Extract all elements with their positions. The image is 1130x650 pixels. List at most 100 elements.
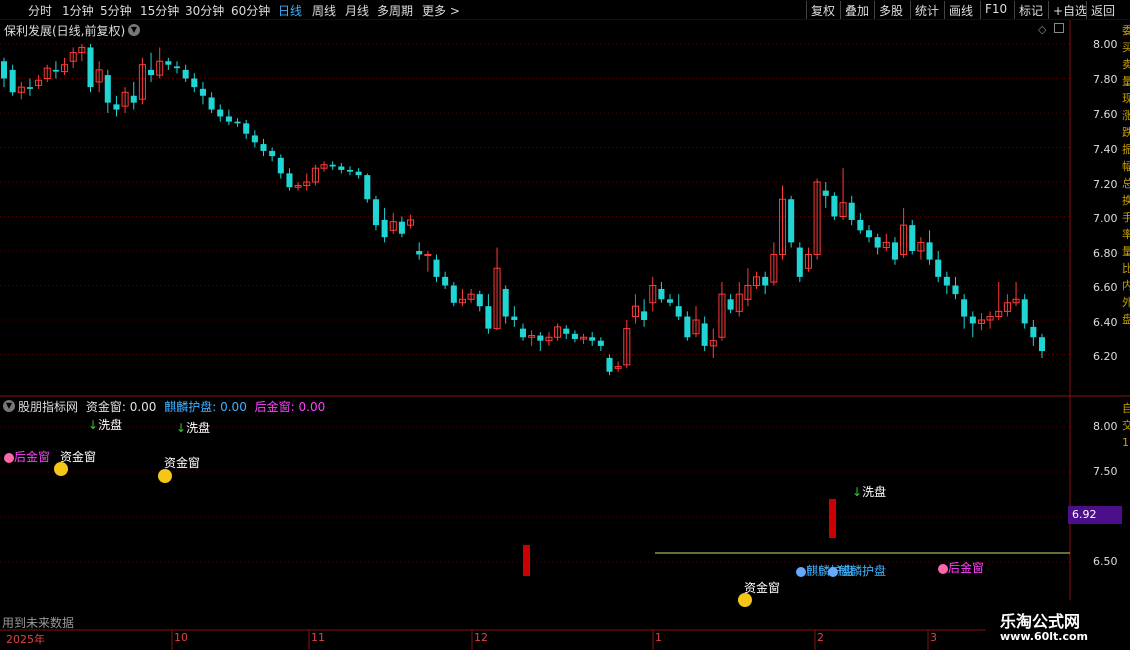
candle-body: [191, 78, 198, 88]
candle-body: [848, 202, 855, 220]
candle-body: [537, 335, 544, 341]
watermark-title: 乐淘公式网: [1000, 612, 1081, 631]
x-tick-label: 10: [174, 631, 188, 644]
candle-body: [165, 61, 172, 65]
indicator-name[interactable]: 股朋指标网: [18, 400, 78, 414]
candle-body: [1038, 337, 1046, 352]
candle-body: [606, 357, 613, 372]
period-tab-daily[interactable]: 日线: [278, 2, 302, 19]
candle-body: [1030, 326, 1037, 338]
candle-body: [865, 230, 873, 238]
candle-body: [433, 259, 440, 277]
candle-body: [891, 242, 898, 260]
candle-body: [788, 199, 795, 243]
candle-body: [355, 171, 362, 176]
x-tick-label: 12: [474, 631, 488, 644]
maximize-icon[interactable]: [1054, 23, 1064, 33]
candle-body: [182, 69, 189, 79]
period-tab-60min[interactable]: 60分钟: [231, 2, 270, 19]
candle-body: [701, 323, 708, 346]
candle-body: [199, 88, 206, 96]
candle-body: [364, 175, 371, 200]
candle-body: [104, 75, 111, 103]
stats-button[interactable]: 统计: [910, 1, 943, 19]
candle-body: [909, 225, 916, 251]
candle-body: [511, 316, 518, 320]
candle-body: [961, 299, 968, 317]
candle-body: [338, 166, 345, 170]
period-tab-5min[interactable]: 5分钟: [100, 2, 132, 19]
multi-stock-button[interactable]: 多股: [874, 1, 907, 19]
y-tick-label: 8.00: [1093, 38, 1118, 51]
x-tick-label: 2025年: [6, 633, 45, 646]
candle-body: [0, 61, 8, 79]
chart-canvas[interactable]: [0, 0, 1130, 650]
x-tick-label: 1: [655, 631, 662, 644]
candle-body: [952, 285, 959, 295]
y-tick-label: 6.20: [1093, 350, 1118, 363]
candle-body: [485, 306, 492, 329]
signal-label: 洗盘: [862, 485, 887, 499]
y-tick-label: 7.40: [1093, 143, 1118, 156]
candle-body: [87, 47, 94, 88]
arrow-down-icon: ↓: [176, 421, 187, 435]
candle-body: [822, 190, 829, 196]
candle-body: [208, 97, 215, 110]
candle-body: [251, 135, 258, 143]
flower-icon: [4, 452, 14, 463]
period-tab-1min[interactable]: 1分钟: [62, 2, 94, 19]
period-tab-multi[interactable]: 多周期: [377, 2, 413, 19]
candle-body: [148, 69, 155, 76]
signal-qilin: 麒麟护盘: [828, 562, 886, 579]
mark-button[interactable]: 标记: [1014, 1, 1047, 19]
candle-body: [589, 337, 596, 341]
candle-body: [943, 276, 950, 286]
candle-body: [727, 299, 734, 310]
f10-button[interactable]: F10: [980, 1, 1011, 19]
period-tab-30min[interactable]: 30分钟: [185, 2, 224, 19]
candle-body: [450, 285, 457, 303]
signal-zijinchuang: 资金窗: [164, 456, 201, 470]
add-favorite-button[interactable]: +自选: [1048, 1, 1091, 19]
candle-body: [52, 69, 59, 72]
chevron-down-icon[interactable]: ▼: [3, 400, 15, 412]
candle-body: [857, 219, 864, 231]
candle-body: [234, 121, 241, 124]
candle-body: [260, 144, 267, 151]
overlay-button[interactable]: 叠加: [840, 1, 873, 19]
more-label: 更多: [422, 4, 447, 18]
candle-body: [269, 150, 276, 157]
candle-body: [571, 333, 578, 339]
period-tab-15min[interactable]: 15分钟: [140, 2, 179, 19]
candle-body: [381, 219, 388, 238]
candle-body: [641, 311, 648, 320]
candle-body: [1021, 299, 1028, 324]
candle-body: [243, 123, 250, 134]
y-tick-label: 8.00: [1093, 420, 1118, 433]
draw-line-button[interactable]: 画线: [944, 1, 977, 19]
chevron-down-icon[interactable]: ▼: [128, 24, 140, 36]
fuquan-button[interactable]: 复权: [806, 1, 839, 19]
x-tick-label: 3: [930, 631, 937, 644]
candle-body: [424, 253, 432, 256]
period-tab-fenshi[interactable]: 分时: [28, 2, 52, 19]
candle-body: [225, 116, 232, 122]
signal-label: 后金窗: [948, 561, 985, 575]
signal-bar: [829, 499, 836, 538]
candle-body: [277, 157, 284, 174]
back-button[interactable]: 返回: [1086, 1, 1119, 19]
period-tab-more[interactable]: 更多 >: [422, 2, 460, 19]
diamond-icon[interactable]: ◇: [1038, 23, 1046, 36]
signal-xipan: ↓洗盘: [852, 483, 886, 500]
candle-body: [346, 169, 354, 172]
candle-body: [286, 173, 293, 188]
signal-label: 洗盘: [186, 421, 211, 435]
candle-body: [442, 276, 449, 286]
candle-body: [874, 237, 881, 248]
period-tab-weekly[interactable]: 周线: [312, 2, 336, 19]
candle-body: [675, 306, 682, 317]
candle-body: [831, 195, 838, 217]
price-tag: 6.92: [1068, 506, 1122, 524]
candle-body: [173, 66, 181, 69]
period-tab-monthly[interactable]: 月线: [345, 2, 369, 19]
